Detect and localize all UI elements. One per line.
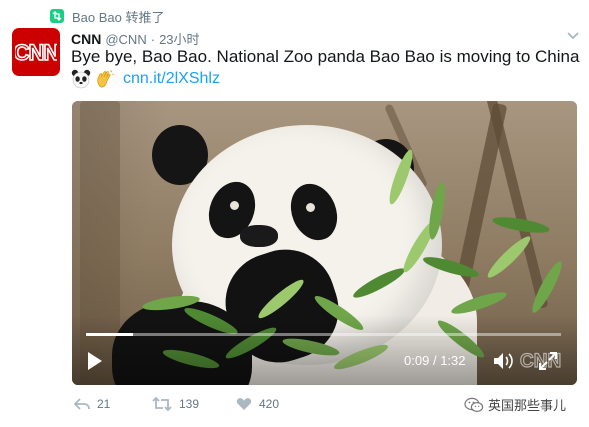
play-icon[interactable] (86, 351, 104, 371)
retweet-context: Bao Bao 转推了 (50, 7, 165, 25)
source-watermark: 英国那些事儿 (464, 395, 566, 414)
chevron-down-icon[interactable] (566, 30, 580, 40)
video-time: 0:09 / 1:32 (404, 353, 466, 368)
volume-icon[interactable] (493, 352, 515, 370)
video-progress-fill (86, 333, 133, 336)
like-button[interactable]: 420 (236, 397, 279, 411)
waving-hand-icon (97, 70, 115, 88)
panda-face-icon (71, 69, 91, 89)
heart-icon (236, 398, 252, 410)
tweet-link[interactable]: cnn.it/2lXShlz (123, 70, 220, 88)
wechat-icon (464, 397, 484, 412)
retweet-icon (152, 397, 172, 411)
reply-count: 21 (97, 397, 111, 411)
author-name[interactable]: CNN (71, 31, 101, 47)
author-handle[interactable]: @CNN (105, 32, 146, 47)
tweet-text: Bye bye, Bao Bao. National Zoo panda Bao… (71, 47, 580, 66)
video-player[interactable]: 0:09 / 1:32 CNN (72, 101, 577, 385)
retweet-count: 139 (179, 397, 200, 411)
video-duration: 1:32 (440, 353, 466, 368)
like-count: 420 (259, 397, 280, 411)
fullscreen-icon[interactable] (538, 351, 558, 371)
svg-text:CNN: CNN (15, 40, 57, 65)
video-time-separator: / (432, 353, 437, 368)
video-current-time: 0:09 (404, 353, 430, 368)
retweet-button[interactable]: 139 (152, 397, 199, 411)
video-progress-bar[interactable] (86, 333, 561, 336)
retweet-label[interactable]: Bao Bao 转推了 (72, 7, 165, 26)
emoji-line: cnn.it/2lXShlz (71, 68, 220, 90)
avatar[interactable]: CNN (12, 28, 60, 76)
retweet-badge-icon (50, 9, 64, 23)
reply-button[interactable]: 21 (74, 397, 110, 411)
source-label: 英国那些事儿 (488, 398, 567, 413)
separator-dot: · (150, 32, 156, 47)
reply-icon (74, 398, 90, 410)
cnn-logo: CNN (15, 39, 57, 65)
